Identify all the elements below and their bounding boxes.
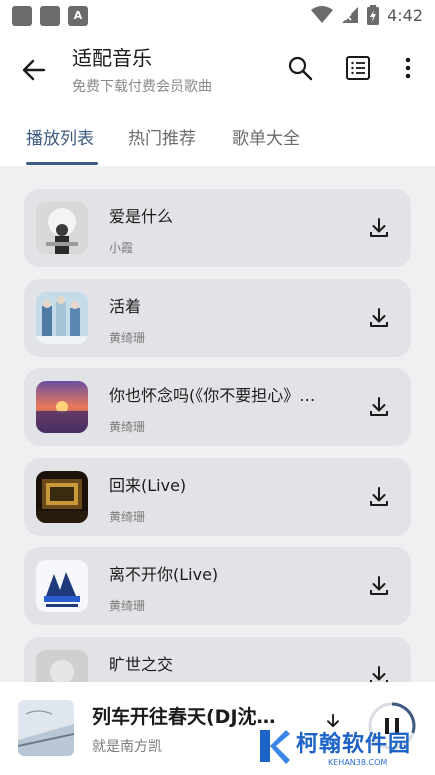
download-icon[interactable] [367, 216, 391, 240]
song-item[interactable]: 回来(Live) 黄绮珊 [24, 458, 411, 536]
watermark: 柯翰软件园 KEHAN38.COM [252, 722, 432, 774]
tab-song-lists[interactable]: 歌单大全 [232, 124, 300, 149]
page-subtitle: 免费下载付费会员歌曲 [72, 79, 212, 95]
song-title: 旷世之交 [109, 655, 174, 674]
status-indicators: 4:42 [311, 5, 423, 25]
song-artist: 黄绮珊 [109, 420, 146, 434]
album-art [36, 292, 88, 344]
song-artist: 黄绮珊 [109, 599, 146, 613]
song-artist: 黄绮珊 [109, 331, 146, 345]
wifi-icon [311, 6, 334, 23]
song-title: 离不开你(Live) [109, 565, 219, 584]
download-icon[interactable] [367, 574, 391, 598]
notification-icon [40, 6, 60, 26]
watermark-url: KEHAN38.COM [328, 758, 388, 767]
search-icon[interactable] [286, 54, 314, 82]
song-title: 爱是什么 [109, 207, 174, 226]
signal-icon [342, 7, 359, 23]
now-playing-title: 列车开往春天(DJ沈… [92, 706, 276, 728]
song-artist: 小霞 [109, 241, 134, 255]
download-icon[interactable] [367, 395, 391, 419]
battery-icon [367, 5, 380, 25]
song-item[interactable]: 离不开你(Live) 黄绮珊 [24, 547, 411, 625]
tab-bar: 播放列表 热门推荐 歌单大全 [0, 112, 435, 166]
song-list: 爱是什么 小霞 活着 黄绮珊 你也怀念吗(《你不要担心》… 黄绮珊 回来(Liv… [0, 166, 435, 682]
song-item[interactable]: 活着 黄绮珊 [24, 279, 411, 357]
album-art [36, 560, 88, 612]
status-bar: A 4:42 [0, 0, 435, 32]
now-playing-album-art [18, 700, 74, 756]
app-bar: 适配音乐 免费下载付费会员歌曲 [0, 32, 435, 112]
download-icon[interactable] [367, 664, 391, 682]
watermark-name: 柯翰软件园 [296, 732, 412, 757]
tab-playlist[interactable]: 播放列表 [26, 124, 94, 149]
song-artist: 黄绮珊 [109, 510, 146, 524]
song-title: 活着 [109, 297, 142, 316]
album-art [36, 471, 88, 523]
now-playing-artist: 就是南方凯 [92, 739, 162, 755]
song-item[interactable]: 旷世之交 [24, 637, 411, 682]
clock: 4:42 [387, 5, 423, 25]
active-tab-indicator [26, 162, 98, 165]
more-vert-icon[interactable] [394, 54, 422, 82]
notification-icon [12, 6, 32, 26]
song-item[interactable]: 爱是什么 小霞 [24, 189, 411, 267]
album-art [36, 650, 88, 682]
download-icon[interactable] [367, 306, 391, 330]
album-art [36, 381, 88, 433]
page-title: 适配音乐 [72, 46, 152, 70]
song-item[interactable]: 你也怀念吗(《你不要担心》… 黄绮珊 [24, 368, 411, 446]
back-arrow-icon[interactable] [18, 54, 50, 86]
album-art [36, 202, 88, 254]
song-title: 你也怀念吗(《你不要担心》… [109, 386, 316, 405]
status-notifications: A [12, 6, 88, 26]
watermark-logo [260, 730, 290, 764]
download-icon[interactable] [367, 485, 391, 509]
tab-hot-recommend[interactable]: 热门推荐 [128, 124, 196, 149]
playlist-icon[interactable] [344, 54, 372, 82]
song-title: 回来(Live) [109, 476, 187, 495]
app-notification-icon: A [68, 6, 88, 26]
